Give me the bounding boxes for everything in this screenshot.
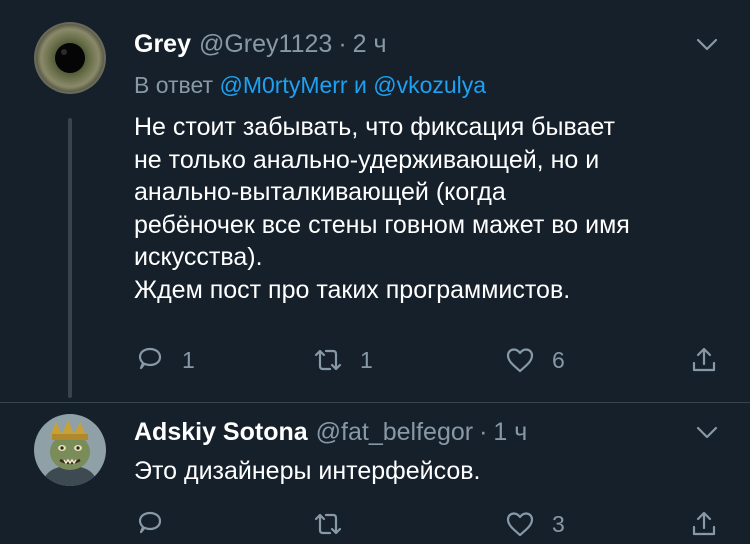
retweet-button[interactable]	[312, 504, 344, 544]
heart-icon	[506, 512, 534, 537]
share-icon	[692, 511, 716, 536]
tweet-header: Adskiy Sotona @fat_belfegor · 1 ч	[134, 416, 527, 448]
author-name[interactable]: Adskiy Sotona	[134, 418, 308, 446]
tweet-text-line: Ждем пост про таких программистов.	[134, 275, 571, 304]
cartoon-character-avatar-icon	[34, 414, 106, 486]
tweet-text-line: Не стоит забывать, что фиксация бывает	[134, 113, 615, 141]
tweet-body: Это дизайнеры интерфейсов.	[134, 455, 734, 488]
reply-button[interactable]: 1	[134, 340, 195, 380]
retweet-button[interactable]: 1	[312, 340, 373, 380]
author-name[interactable]: Grey	[134, 30, 191, 58]
mention-link[interactable]: @vkozulya	[373, 72, 486, 98]
separator-dot: ·	[338, 30, 347, 58]
tweet-text-line: Это дизайнеры интерфейсов.	[134, 457, 481, 485]
chevron-down-icon[interactable]	[696, 426, 718, 440]
tweet-text-line: ребёночек все стены говном мажет во имя	[134, 210, 630, 239]
reply-prefix: В ответ	[134, 72, 214, 98]
separator-dot: ·	[479, 418, 488, 446]
tweet-text-line: не только анально-удерживающей, но и	[134, 145, 600, 174]
share-button[interactable]	[688, 504, 720, 544]
like-count: 3	[552, 510, 565, 537]
retweet-count: 1	[360, 346, 373, 373]
tweet-time[interactable]: 2 ч	[353, 30, 387, 58]
share-button[interactable]	[688, 340, 720, 380]
mention-and[interactable]: и	[354, 72, 367, 98]
author-handle[interactable]: @Grey1123	[199, 30, 332, 58]
reply-to-line: В ответ @M0rtyMerr и @vkozulya	[134, 70, 486, 100]
mention-link[interactable]: @M0rtyMerr	[219, 72, 347, 98]
retweet-icon	[314, 349, 342, 371]
reply-button[interactable]	[134, 504, 166, 544]
reply-icon	[138, 347, 162, 370]
tweet-time[interactable]: 1 ч	[493, 418, 527, 446]
tweet-header: Grey @Grey1123 · 2 ч	[134, 28, 387, 60]
eye-iris-avatar-icon	[34, 22, 106, 94]
tweet-actions: 1 1 6	[134, 340, 724, 380]
reply-icon	[138, 511, 162, 534]
tweet-actions: 3	[134, 504, 724, 544]
chevron-down-icon[interactable]	[696, 38, 718, 52]
reply-count: 1	[182, 346, 195, 373]
like-count: 6	[552, 346, 565, 373]
like-button[interactable]: 3	[504, 504, 565, 544]
tweet-text-line: искусства).	[134, 243, 263, 271]
tweet-text-line: анально-выталкивающей (когда	[134, 178, 506, 206]
like-button[interactable]: 6	[504, 340, 565, 380]
share-icon	[692, 347, 716, 372]
retweet-icon	[314, 513, 342, 535]
tweet-body: Не стоит забывать, что фиксация бывает н…	[134, 111, 734, 306]
avatar-adskiy-sotona[interactable]	[34, 414, 106, 486]
thread-line	[68, 118, 72, 398]
avatar-grey[interactable]	[34, 22, 106, 94]
author-handle[interactable]: @fat_belfegor	[316, 418, 473, 446]
heart-icon	[506, 348, 534, 373]
